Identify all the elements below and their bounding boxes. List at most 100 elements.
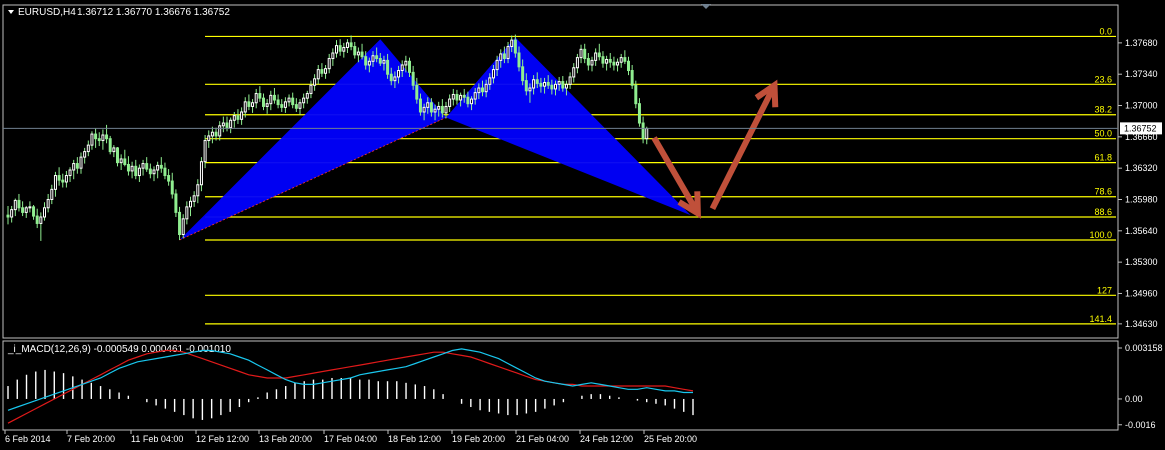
candle-body	[543, 81, 547, 87]
candle-body	[189, 200, 192, 208]
candle-body	[422, 106, 426, 113]
candle-body	[79, 156, 83, 169]
candle-body	[605, 58, 609, 64]
candle-body	[360, 51, 364, 58]
candle-body	[97, 138, 101, 142]
time-tick-label: 25 Feb 20:00	[644, 434, 697, 444]
candle-body	[276, 99, 280, 106]
candle-body	[367, 60, 371, 66]
candle-body	[342, 46, 346, 52]
candle-body	[152, 169, 156, 175]
candle-body	[43, 207, 46, 218]
candle-body	[105, 134, 109, 140]
candle-body	[455, 93, 459, 101]
candle-body	[262, 97, 265, 107]
candle-body	[17, 199, 21, 209]
candle-body	[532, 79, 536, 89]
candle-body	[265, 103, 269, 107]
candle-body	[488, 77, 492, 85]
candle-body	[382, 59, 386, 64]
candle-body	[210, 131, 214, 137]
candle-body	[46, 198, 50, 209]
price-tick-label: 1.34630	[1125, 319, 1158, 329]
candle-body	[145, 163, 149, 170]
candle-body	[61, 179, 65, 183]
candle-body	[64, 175, 68, 183]
time-tick-label: 19 Feb 20:00	[452, 434, 505, 444]
candle-body	[174, 193, 178, 213]
candle-body	[597, 52, 601, 58]
candle-body	[393, 76, 397, 82]
candle-body	[645, 128, 649, 140]
candle-body	[32, 206, 36, 217]
candle-body	[524, 80, 528, 92]
candle-body	[568, 76, 572, 85]
candle-body	[433, 108, 437, 113]
fib-label-4: 61.8	[1094, 153, 1112, 163]
candle-body	[163, 167, 167, 177]
fib-label-6: 88.6	[1094, 207, 1112, 217]
candle-body	[426, 102, 430, 108]
candle-body	[349, 42, 353, 48]
fib-label-5: 78.6	[1094, 187, 1112, 197]
candle-body	[6, 214, 10, 218]
candle-body	[83, 151, 87, 158]
candle-body	[564, 83, 568, 89]
candle-body	[386, 59, 390, 75]
symbol-label: EURUSD,H4	[18, 7, 76, 18]
candle-body	[13, 199, 17, 211]
candle-body	[375, 55, 379, 60]
candle-body	[305, 93, 309, 99]
candle-body	[167, 175, 171, 182]
candle-body	[141, 163, 145, 169]
candle-body	[283, 101, 287, 108]
time-tick-label: 12 Feb 12:00	[196, 434, 249, 444]
candle-body	[616, 61, 620, 66]
candle-body	[462, 94, 466, 98]
candle-body	[159, 164, 163, 169]
time-tick-label: 18 Feb 12:00	[388, 434, 441, 444]
candle-body	[400, 64, 404, 72]
candle-body	[35, 215, 39, 224]
candle-body	[53, 175, 57, 190]
fib-label-9: 141.4	[1089, 314, 1112, 324]
candle-body	[345, 42, 349, 48]
candle-body	[247, 101, 251, 107]
candle-body	[331, 52, 335, 60]
time-tick-label: 11 Feb 04:00	[131, 434, 183, 444]
candle-body	[225, 122, 229, 129]
candle-body	[627, 60, 630, 72]
candle-body	[408, 60, 411, 73]
price-tick-label: 1.35980	[1125, 194, 1158, 204]
candle-body	[199, 161, 203, 186]
candle-body	[535, 79, 539, 84]
candle-body	[477, 87, 481, 94]
candle-body	[251, 102, 255, 107]
candle-body	[126, 163, 130, 172]
candle-body	[506, 46, 510, 60]
candle-body	[50, 188, 54, 200]
candle-body	[641, 122, 645, 140]
candle-body	[130, 165, 134, 172]
candle-body	[94, 133, 98, 140]
candle-body	[112, 147, 116, 153]
candle-body	[294, 104, 298, 109]
candle-body	[356, 51, 360, 56]
candle-body	[119, 158, 123, 164]
candle-body	[572, 67, 576, 78]
candle-body	[411, 71, 415, 86]
candle-body	[437, 105, 441, 110]
candle-body	[72, 163, 76, 171]
candle-body	[39, 216, 43, 224]
candle-body	[470, 98, 474, 105]
candle-body	[24, 207, 28, 213]
fib-label-1: 23.6	[1094, 74, 1112, 84]
chart-window: EURUSD,H4 1.36712 1.36770 1.36676 1.3675…	[0, 0, 1165, 450]
time-tick-label: 6 Feb 2014	[5, 434, 51, 444]
candle-body	[101, 134, 105, 142]
price-tick-label: 1.35640	[1125, 226, 1158, 236]
candle-body	[608, 58, 612, 63]
candle-body	[389, 73, 393, 82]
candle-body	[583, 48, 587, 60]
candle-body	[203, 140, 207, 163]
